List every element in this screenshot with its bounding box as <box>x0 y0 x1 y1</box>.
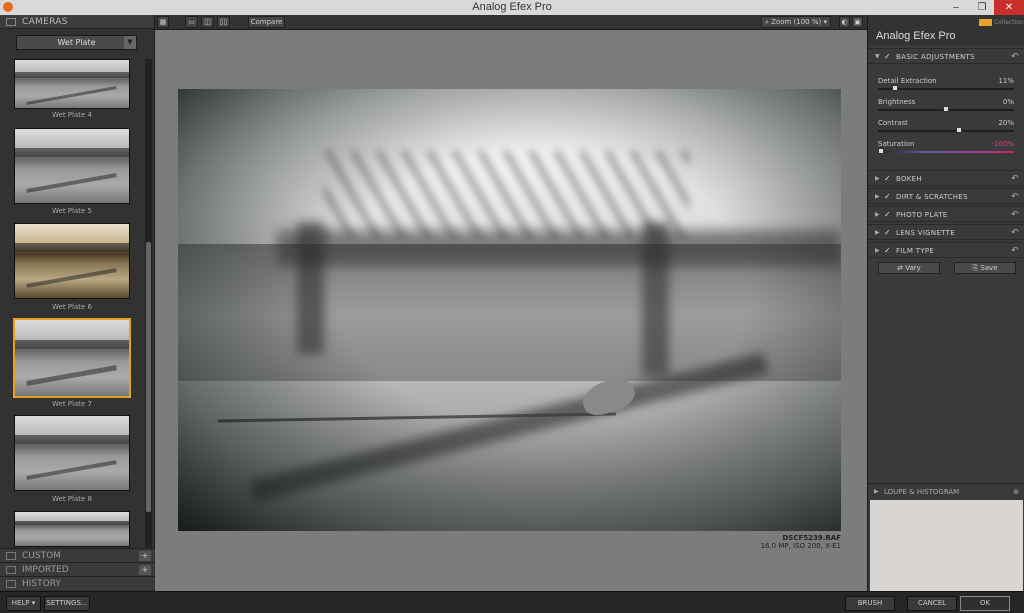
vary-button[interactable]: ⇄ Vary <box>878 262 940 274</box>
slider-knob[interactable] <box>892 85 899 91</box>
presets-panel: CAMERAS Wet Plate ▼ Wet Plate 4 Wet Plat… <box>0 15 155 591</box>
import-icon <box>6 566 16 574</box>
app-logo-icon <box>3 2 13 12</box>
close-button[interactable]: ✕ <box>994 0 1024 15</box>
nik-logo-icon <box>979 19 992 26</box>
minimize-button[interactable]: – <box>944 0 968 15</box>
expand-icon: ▶ <box>874 488 879 495</box>
preset-label: Wet Plate 7 <box>52 400 92 408</box>
view-toolbar: ▦ ▭ ◫ ▯▯ Compare ⌕ Zoom (100 %) ▾ ◐ ▣ <box>155 15 867 30</box>
file-name: DSCF5239.RAF <box>782 534 841 542</box>
presets-scrollbar[interactable] <box>145 59 152 549</box>
restore-button[interactable]: ❐ <box>970 0 994 15</box>
preset-label: Wet Plate 5 <box>52 207 92 215</box>
enable-checkbox[interactable]: ✓ <box>884 207 891 223</box>
preset-thumb-wet-plate-7[interactable] <box>13 318 131 398</box>
preset-label: Wet Plate 8 <box>52 495 92 503</box>
brush-button[interactable]: BRUSH <box>845 596 895 611</box>
compare-button[interactable]: Compare <box>248 16 285 28</box>
expand-icon: ▶ <box>875 193 880 200</box>
section-lens-vignette[interactable]: ▶ ✓ LENS VIGNETTE ↶ <box>868 224 1024 240</box>
ok-button[interactable]: OK <box>960 596 1010 611</box>
file-info: DSCF5239.RAF 16.0 MP, ISO 200, X-E1 <box>761 534 841 550</box>
cameras-icon <box>6 18 16 26</box>
save-icon: ⎘ <box>972 264 979 272</box>
preset-label: Wet Plate 4 <box>52 111 92 119</box>
enable-checkbox[interactable]: ✓ <box>884 49 891 65</box>
basic-adjustments-header[interactable]: ▼ ✓ BASIC ADJUSTMENTS ↶ <box>868 48 1024 64</box>
preset-thumb-wet-plate-8[interactable] <box>14 415 130 491</box>
section-dirt-scratches[interactable]: ▶ ✓ DIRT & SCRATCHES ↶ <box>868 188 1024 204</box>
reset-icon[interactable]: ↶ <box>1011 49 1019 65</box>
preview-image[interactable] <box>178 89 841 531</box>
bottom-bar: HELP ▾ SETTINGS... BRUSH CANCEL OK <box>0 591 1024 613</box>
settings-button[interactable]: SETTINGS... <box>44 596 90 611</box>
imported-section[interactable]: IMPORTED + <box>0 562 155 576</box>
slider-knob[interactable] <box>956 127 962 133</box>
scrollbar-thumb[interactable] <box>146 242 151 512</box>
zoom-select[interactable]: ⌕ Zoom (100 %) ▾ <box>761 16 831 28</box>
adjustments-panel: Collection Analog Efex Pro ▼ ✓ BASIC ADJ… <box>867 15 1024 591</box>
expand-icon: ▶ <box>875 229 880 236</box>
grid-view-icon[interactable]: ▦ <box>157 16 169 28</box>
background-icon[interactable]: ◐ <box>839 16 850 28</box>
preset-thumb-wet-plate-5[interactable] <box>14 128 130 204</box>
slider-knob[interactable] <box>943 106 949 112</box>
preset-label: Wet Plate 6 <box>52 303 92 311</box>
loupe-histogram-header[interactable]: ▶ LOUPE & HISTOGRAM ⊕ <box>868 483 1024 499</box>
preset-thumbnails: Wet Plate 4 Wet Plate 5 Wet Plate 6 Wet … <box>0 59 145 547</box>
search-icon: ⌕ <box>764 18 769 26</box>
side-by-side-icon[interactable]: ▯▯ <box>217 16 230 28</box>
file-meta: 16.0 MP, ISO 200, X-E1 <box>760 542 841 550</box>
custom-icon <box>6 552 16 560</box>
reset-icon[interactable]: ↶ <box>1011 207 1019 223</box>
cameras-header[interactable]: CAMERAS <box>0 15 154 29</box>
section-film-type[interactable]: ▶ ✓ FILM TYPE ↶ <box>868 242 1024 258</box>
panel-title: Collection Analog Efex Pro <box>868 15 1024 45</box>
save-button[interactable]: ⎘ Save <box>954 262 1016 274</box>
chevron-down-icon: ▼ <box>124 36 136 49</box>
section-photo-plate[interactable]: ▶ ✓ PHOTO PLATE ↶ <box>868 206 1024 222</box>
expand-icon: ▶ <box>875 211 880 218</box>
section-bokeh[interactable]: ▶ ✓ BOKEH ↶ <box>868 170 1024 186</box>
add-imported-button[interactable]: + <box>139 565 151 575</box>
panel-toggle-icon[interactable]: ▣ <box>852 16 863 28</box>
preset-thumb-wet-plate-6[interactable] <box>14 223 130 299</box>
enable-checkbox[interactable]: ✓ <box>884 225 891 241</box>
preset-thumb-wet-plate-4[interactable] <box>14 59 130 109</box>
reset-icon[interactable]: ↶ <box>1011 225 1019 241</box>
expand-icon: ▶ <box>875 247 880 254</box>
reset-icon[interactable]: ↶ <box>1011 243 1019 259</box>
reset-icon[interactable]: ↶ <box>1011 171 1019 187</box>
history-section[interactable]: HISTORY <box>0 576 155 590</box>
cancel-button[interactable]: CANCEL <box>907 596 957 611</box>
camera-select[interactable]: Wet Plate ▼ <box>16 35 137 50</box>
split-view-icon[interactable]: ◫ <box>201 16 214 28</box>
shuffle-icon: ⇄ <box>897 264 904 272</box>
window-title: Analog Efex Pro <box>472 1 552 13</box>
title-bar: Analog Efex Pro – ❐ ✕ <box>0 0 1024 15</box>
slider-knob[interactable] <box>878 148 884 154</box>
help-button[interactable]: HELP ▾ <box>6 596 41 611</box>
loupe-preview <box>870 500 1023 591</box>
single-view-icon[interactable]: ▭ <box>185 16 198 28</box>
add-custom-button[interactable]: + <box>139 551 151 561</box>
enable-checkbox[interactable]: ✓ <box>884 171 891 187</box>
history-icon <box>6 580 16 588</box>
image-canvas: DSCF5239.RAF 16.0 MP, ISO 200, X-E1 <box>155 30 867 591</box>
reset-icon[interactable]: ↶ <box>1011 189 1019 205</box>
expand-icon: ▶ <box>875 175 880 182</box>
expand-icon: ▼ <box>875 53 880 60</box>
pin-icon[interactable]: ⊕ <box>1013 484 1019 500</box>
enable-checkbox[interactable]: ✓ <box>884 189 891 205</box>
enable-checkbox[interactable]: ✓ <box>884 243 891 259</box>
preset-thumb-partial[interactable] <box>14 511 130 547</box>
custom-section[interactable]: CUSTOM + <box>0 548 155 562</box>
